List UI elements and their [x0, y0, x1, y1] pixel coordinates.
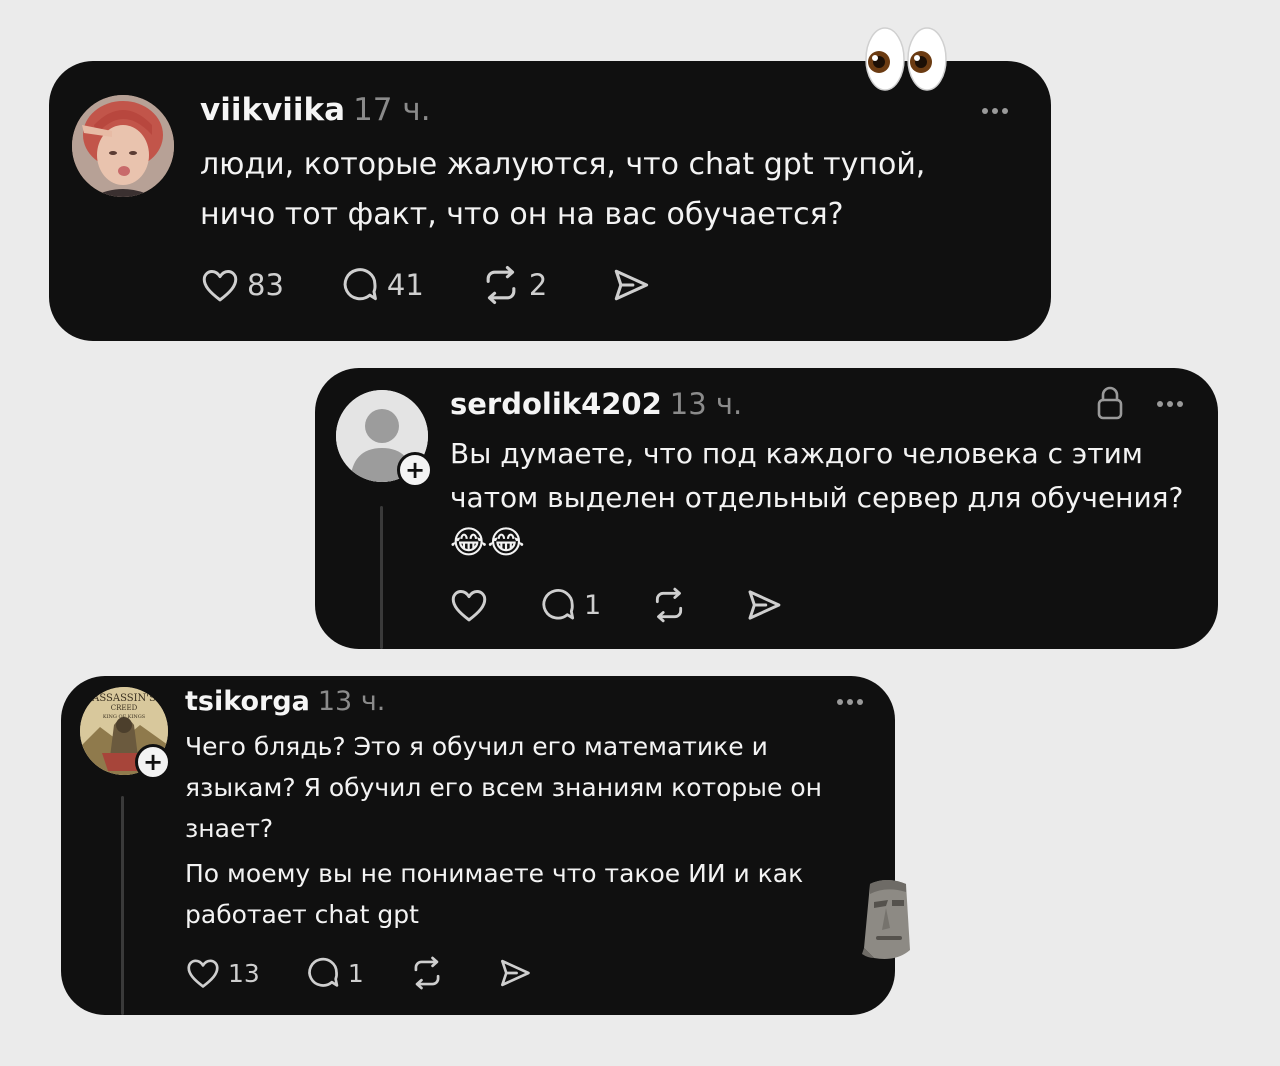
reply-button[interactable]: 1: [538, 585, 601, 625]
post-card-viikviika: viikviika 17 ч. люди, которые жалуются, ч…: [49, 61, 1051, 341]
post-actions: 13 1: [184, 954, 534, 992]
post-text: люди, которые жалуются, что chat gpt туп…: [200, 140, 925, 240]
post-line: работает chat gpt: [185, 900, 419, 929]
dot: [992, 108, 998, 114]
eyes-sticker-icon: [864, 26, 948, 96]
dot: [982, 108, 988, 114]
send-icon: [615, 269, 649, 301]
avatar-text: ASSASSIN'S: [91, 693, 156, 704]
post-line: чатом выделен отдельный сервер для обуче…: [450, 481, 1184, 514]
like-button[interactable]: [448, 584, 496, 626]
repost-button[interactable]: [408, 954, 452, 992]
post-card-tsikorga: ASSASSIN'S CREED KING OF KINGS + tsikorg…: [61, 676, 895, 1015]
dot: [837, 699, 843, 705]
comment-icon: [308, 957, 339, 987]
heart-icon: [187, 959, 219, 988]
post-line: Чего блядь? Это я обучил его математике …: [185, 732, 768, 761]
follow-button[interactable]: +: [135, 744, 171, 780]
share-button[interactable]: [496, 954, 534, 992]
heart-icon: [451, 590, 487, 622]
comment-icon: [343, 268, 377, 301]
send-icon: [500, 959, 530, 987]
avatar-viikviika[interactable]: [72, 95, 174, 197]
dot: [1157, 401, 1163, 407]
thread-line: [380, 506, 383, 649]
moai-sticker-icon: [856, 878, 916, 966]
repost-button[interactable]: [649, 585, 695, 625]
share-button[interactable]: [609, 263, 653, 307]
reply-count: 1: [347, 958, 364, 988]
username[interactable]: viikviika: [200, 92, 345, 128]
timestamp: 17 ч.: [353, 92, 431, 128]
dot: [1167, 401, 1173, 407]
more-options-button[interactable]: [1157, 401, 1183, 407]
like-button[interactable]: 83: [199, 264, 284, 306]
post-header: tsikorga 13 ч.: [185, 684, 385, 720]
repost-icon: [414, 956, 440, 990]
more-options-button[interactable]: [982, 108, 1008, 114]
send-icon: [748, 590, 781, 620]
like-count: 83: [247, 268, 284, 302]
post-header: viikviika 17 ч.: [200, 89, 431, 131]
post-text: Вы думаете, что под каждого человека с э…: [450, 432, 1183, 564]
post-header: serdolik4202 13 ч.: [450, 384, 742, 424]
post-line: люди, которые жалуются, что chat gpt туп…: [200, 147, 926, 182]
like-button[interactable]: 13: [184, 954, 260, 992]
dot: [847, 699, 853, 705]
reply-count: 41: [386, 268, 424, 302]
dot: [857, 699, 863, 705]
thread-line: [121, 796, 124, 1015]
lock-icon: [1096, 385, 1124, 425]
heart-icon: [202, 270, 238, 302]
more-options-button[interactable]: [837, 699, 863, 705]
comment-icon: [542, 589, 575, 620]
avatar-text: KING OF KINGS: [103, 714, 146, 720]
post-text: Чего блядь? Это я обучил его математике …: [185, 726, 822, 935]
reply-button[interactable]: 1: [304, 954, 364, 992]
avatar-photo-icon: [72, 95, 174, 197]
like-count: 13: [228, 958, 260, 988]
timestamp: 13 ч.: [317, 686, 386, 717]
dot: [1177, 401, 1183, 407]
post-actions: 1: [448, 584, 785, 626]
post-line: По моему вы не понимаете что такое ИИ и …: [185, 859, 804, 888]
reply-button[interactable]: 41: [339, 264, 424, 306]
repost-count: 2: [528, 268, 548, 302]
avatar-text: CREED: [111, 704, 138, 712]
post-card-serdolik4202: + serdolik4202 13 ч. Вы думаете, что под …: [315, 368, 1218, 649]
timestamp: 13 ч.: [669, 387, 743, 421]
post-emoji: 😂😂: [450, 523, 525, 561]
post-line: ничо тот факт, что он на вас обучается?: [200, 197, 844, 232]
post-actions: 83 41 2: [199, 263, 653, 307]
post-line: знает?: [185, 814, 274, 843]
share-button[interactable]: [743, 584, 785, 626]
username[interactable]: serdolik4202: [450, 387, 662, 421]
repost-icon: [486, 266, 516, 304]
post-line: языкам? Я обучил его всем знаниям которы…: [185, 773, 822, 802]
post-line: Вы думаете, что под каждого человека с э…: [450, 437, 1143, 470]
repost-button[interactable]: 2: [479, 263, 547, 307]
reply-count: 1: [584, 589, 602, 621]
follow-button[interactable]: +: [397, 452, 433, 488]
repost-icon: [656, 587, 683, 623]
username[interactable]: tsikorga: [185, 686, 310, 717]
dot: [1002, 108, 1008, 114]
